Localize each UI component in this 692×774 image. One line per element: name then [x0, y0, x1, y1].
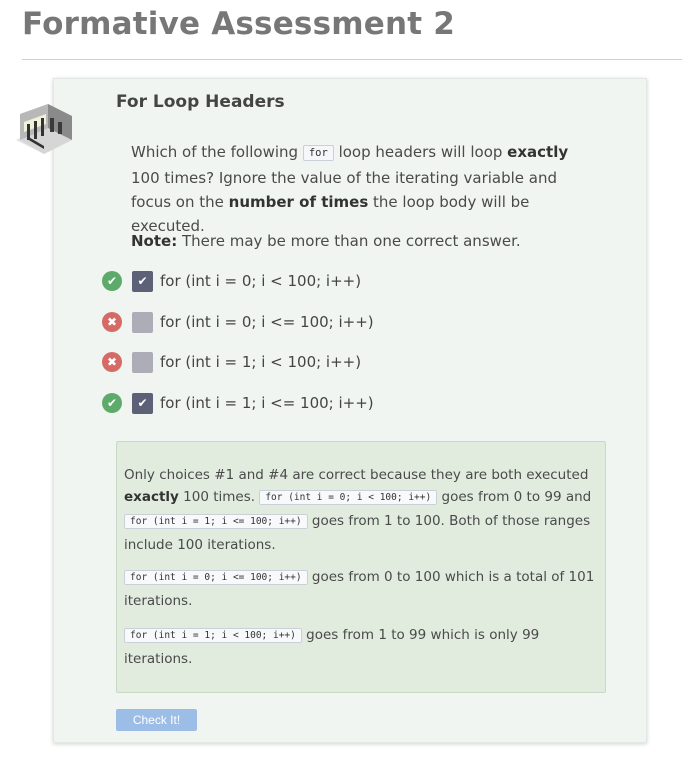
choice-label: for (int i = 1; i < 100; i++)	[160, 353, 362, 371]
inline-code: for (int i = 0; i <= 100; i++)	[124, 570, 308, 585]
choice-2[interactable]: ✖ for (int i = 0; i <= 100; i++)	[102, 311, 374, 333]
choice-label: for (int i = 1; i <= 100; i++)	[160, 394, 374, 412]
choice-3[interactable]: ✖ for (int i = 1; i < 100; i++)	[102, 351, 361, 373]
note-text: Note: There may be more than one correct…	[131, 232, 521, 250]
checkbox-unchecked[interactable]	[132, 311, 153, 333]
feedback-paragraph-3: for (int i = 1; i < 100; i++) goes from …	[124, 627, 540, 667]
feedback-paragraph-1: Only choices #1 and #4 are correct becau…	[124, 467, 592, 553]
choice-4[interactable]: ✔ ✔ for (int i = 1; i <= 100; i++)	[102, 392, 374, 414]
inline-code: for (int i = 0; i < 100; i++)	[259, 490, 438, 505]
title-divider	[22, 59, 682, 60]
checkbox-unchecked[interactable]	[132, 351, 153, 373]
x-icon: ✖	[102, 312, 122, 332]
checkbox-checked[interactable]: ✔	[132, 392, 153, 414]
check-icon: ✔	[102, 271, 122, 291]
course-logo-icon	[16, 104, 72, 154]
choice-label: for (int i = 0; i < 100; i++)	[160, 272, 362, 290]
inline-code: for (int i = 1; i < 100; i++)	[124, 628, 302, 643]
card-heading: For Loop Headers	[116, 92, 285, 112]
checkbox-checked[interactable]: ✔	[132, 270, 153, 292]
question-text: Which of the following for loop headers …	[131, 143, 569, 235]
choice-1[interactable]: ✔ ✔ for (int i = 0; i < 100; i++)	[102, 270, 361, 292]
inline-code: for	[302, 145, 334, 161]
x-icon: ✖	[102, 352, 122, 372]
page-title: Formative Assessment 2	[22, 6, 455, 42]
check-it-button[interactable]: Check It!	[116, 709, 197, 731]
inline-code: for (int i = 1; i <= 100; i++)	[124, 514, 308, 529]
check-icon: ✔	[102, 393, 122, 413]
feedback-paragraph-2: for (int i = 0; i <= 100; i++) goes from…	[124, 569, 595, 609]
choice-label: for (int i = 0; i <= 100; i++)	[160, 313, 374, 331]
